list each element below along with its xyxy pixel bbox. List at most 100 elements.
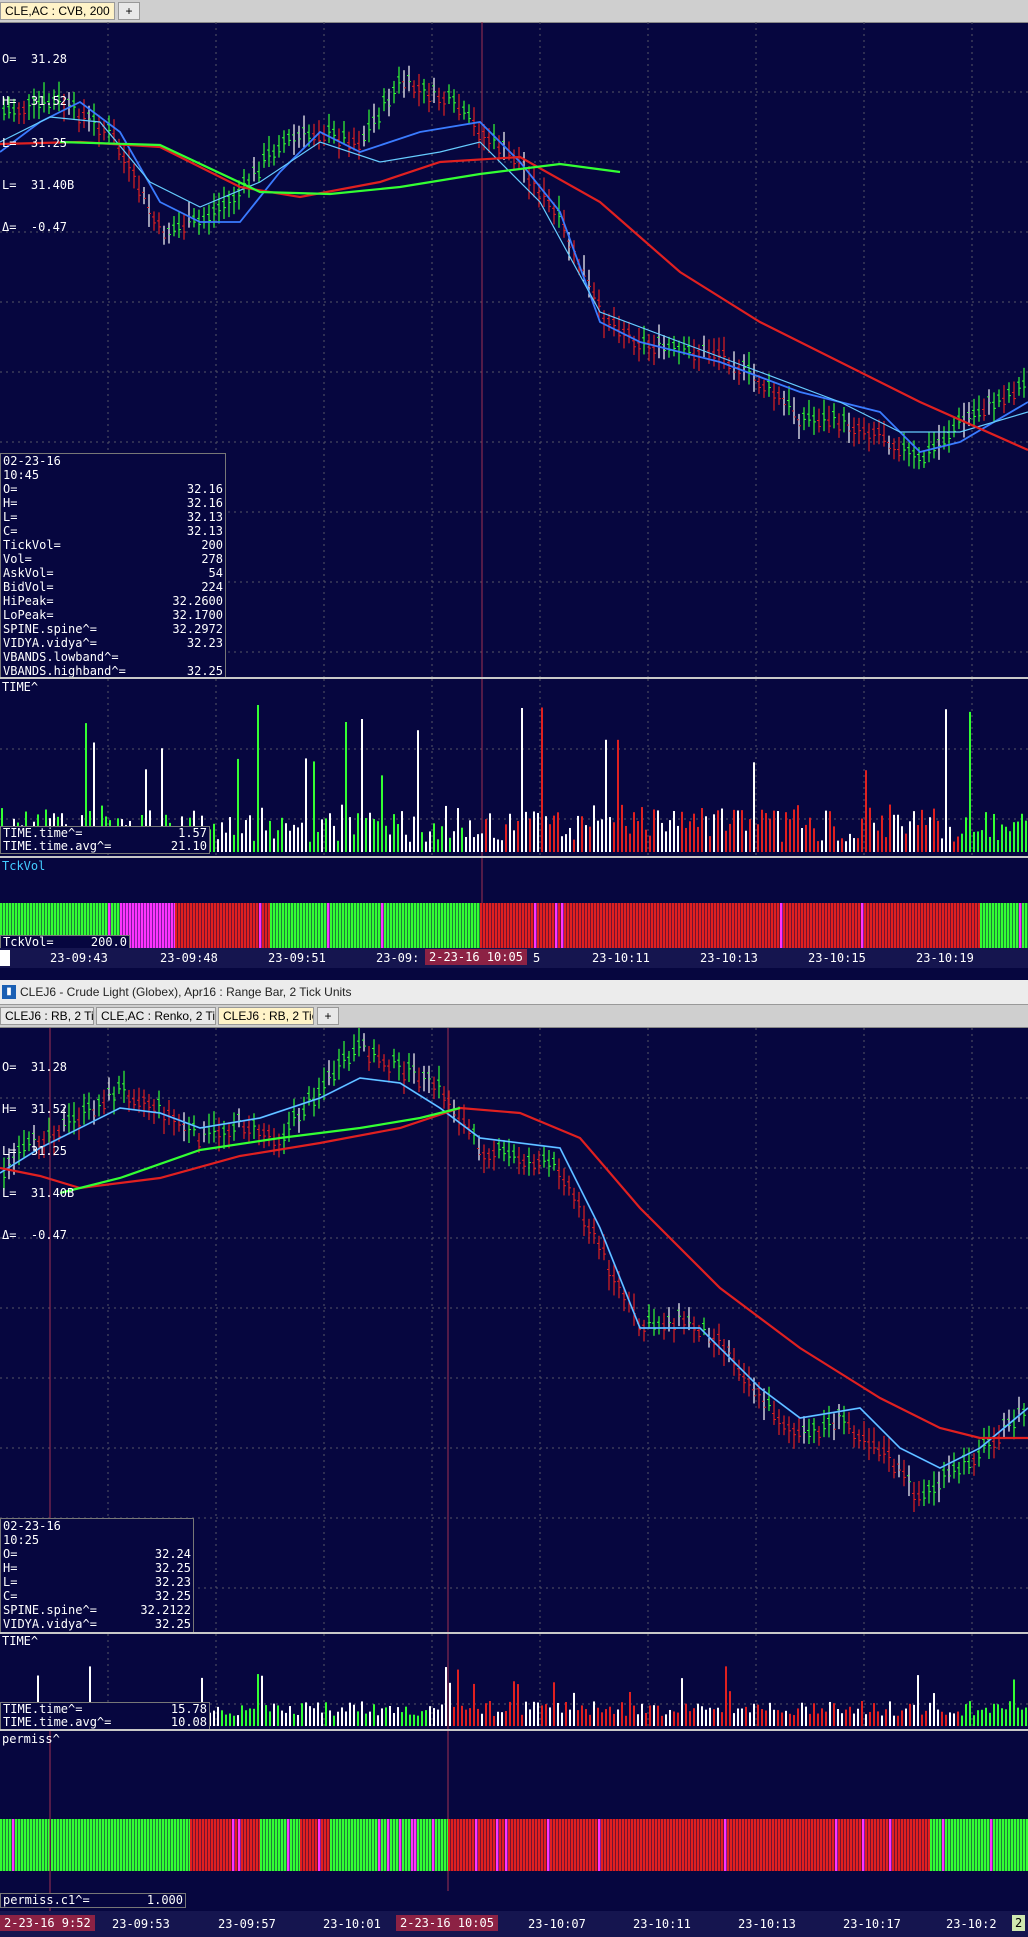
- signal-bar: [552, 903, 555, 949]
- signal-bar: [405, 903, 408, 949]
- signal-bar: [1007, 903, 1010, 949]
- signal-bar: [523, 1819, 526, 1871]
- tab-cle-cvb[interactable]: CLE,AC : CVB, 200 Flat Ticks: [0, 2, 115, 20]
- signal-bar: [102, 1819, 105, 1871]
- bottom-time-axis[interactable]: 2-23-16 9:52 23-09:53 23-09:57 23-10:01 …: [0, 1911, 1028, 1937]
- signal-bar: [232, 1819, 235, 1871]
- signal-bar: [238, 1819, 241, 1871]
- signal-bar: [823, 1819, 826, 1871]
- signal-bar: [945, 1819, 948, 1871]
- signal-bar: [183, 1819, 186, 1871]
- signal-bar: [780, 903, 783, 949]
- signal-bar: [499, 1819, 502, 1871]
- signal-bar: [284, 1819, 287, 1871]
- bottom-ohlc-readout: O= 31.28 H= 31.52 L= 31.25 L= 31.40B Δ= …: [2, 1032, 74, 1256]
- signal-bar: [174, 1819, 177, 1871]
- tab-clej6-rb-active[interactable]: CLEJ6 : RB, 2 Tick: [218, 1007, 314, 1025]
- signal-bar: [247, 1819, 250, 1871]
- signal-bar: [1019, 903, 1022, 949]
- top-time-axis[interactable]: 23-09:43 23-09:48 23-09:51 23-09: 2-23-1…: [0, 948, 1028, 968]
- signal-bar: [196, 1819, 199, 1871]
- signal-bar: [490, 1819, 493, 1871]
- signal-bar: [811, 1819, 814, 1871]
- signal-bar: [901, 1819, 904, 1871]
- signal-bar: [739, 1819, 742, 1871]
- signal-bar: [30, 1819, 33, 1871]
- spine-line: [0, 140, 1028, 452]
- signal-bar: [150, 903, 153, 949]
- signal-bar: [694, 1819, 697, 1871]
- signal-bar: [969, 903, 972, 949]
- signal-bar: [840, 903, 843, 949]
- signal-bar: [957, 1819, 960, 1871]
- signal-bar: [396, 1819, 399, 1871]
- data-row: C= 32.25: [3, 1589, 191, 1603]
- signal-bar: [921, 903, 924, 949]
- axis-tick: 23-10:13: [700, 951, 758, 965]
- axis-scroll-handle[interactable]: [0, 950, 10, 966]
- signal-bar: [829, 1819, 832, 1871]
- signal-bar: [648, 903, 651, 949]
- axis-tick: 5: [533, 951, 541, 965]
- signal-bar: [711, 903, 714, 949]
- permiss-readout: permiss.c1^= 1.000: [0, 1893, 186, 1908]
- signal-bar: [751, 1819, 754, 1871]
- signal-bar: [837, 903, 840, 949]
- signal-bar: [759, 903, 762, 949]
- signal-bar: [12, 1819, 15, 1871]
- signal-bar: [697, 1819, 700, 1871]
- signal-bar: [435, 1819, 438, 1871]
- bottom-window-titlebar[interactable]: ▮ CLEJ6 - Crude Light (Globex), Apr16 : …: [0, 980, 1028, 1005]
- signal-bar: [652, 1819, 655, 1871]
- signal-bar: [306, 903, 309, 949]
- signal-bar: [448, 1819, 451, 1871]
- signal-bar: [202, 1819, 205, 1871]
- signal-bar: [156, 1819, 159, 1871]
- tab-clej6-rb[interactable]: CLEJ6 : RB, 2 Tick: [0, 1007, 94, 1025]
- signal-bar: [45, 1819, 48, 1871]
- add-tab-button[interactable]: +: [118, 2, 140, 20]
- tab-cle-renko[interactable]: CLE,AC : Renko, 2 Tick: [96, 1007, 216, 1025]
- signal-bar: [742, 1819, 745, 1871]
- signal-bar: [327, 903, 330, 949]
- signal-bar: [804, 903, 807, 949]
- signal-bar: [750, 903, 753, 949]
- signal-bar: [265, 903, 268, 949]
- signal-bar: [375, 903, 378, 949]
- signal-bar: [120, 1819, 123, 1871]
- data-row: VIDYA.vidya^= 32.25: [3, 1617, 191, 1631]
- signal-bar: [1010, 903, 1013, 949]
- signal-bar: [595, 1819, 598, 1871]
- signal-bar: [768, 903, 771, 949]
- signal-bar: [989, 903, 992, 949]
- signal-bar: [732, 903, 735, 949]
- add-tab-button[interactable]: +: [317, 1007, 339, 1025]
- signal-bar: [226, 903, 229, 949]
- signal-bar: [502, 1819, 505, 1871]
- signal-bar: [817, 1819, 820, 1871]
- bottom-permiss-panel: [0, 1731, 1028, 1911]
- signal-bar: [290, 1819, 293, 1871]
- signal-bar: [844, 1819, 847, 1871]
- signal-bar: [266, 1819, 269, 1871]
- signal-bar: [556, 1819, 559, 1871]
- signal-bar: [493, 1819, 496, 1871]
- signal-bar: [181, 903, 184, 949]
- signal-bar: [966, 903, 969, 949]
- signal-bar: [205, 903, 208, 949]
- signal-bar: [339, 903, 342, 949]
- signal-bar: [483, 903, 486, 949]
- signal-bar: [579, 903, 582, 949]
- signal-bar: [345, 1819, 348, 1871]
- signal-bar: [654, 903, 657, 949]
- signal-bar: [138, 1819, 141, 1871]
- signal-bar: [250, 903, 253, 949]
- signal-bar: [342, 1819, 345, 1871]
- signal-bar: [835, 1819, 838, 1871]
- signal-bar: [357, 903, 360, 949]
- signal-bar: [862, 1819, 865, 1871]
- signal-bar: [531, 903, 534, 949]
- signal-bar: [615, 903, 618, 949]
- signal-bar: [369, 1819, 372, 1871]
- signal-bar: [591, 903, 594, 949]
